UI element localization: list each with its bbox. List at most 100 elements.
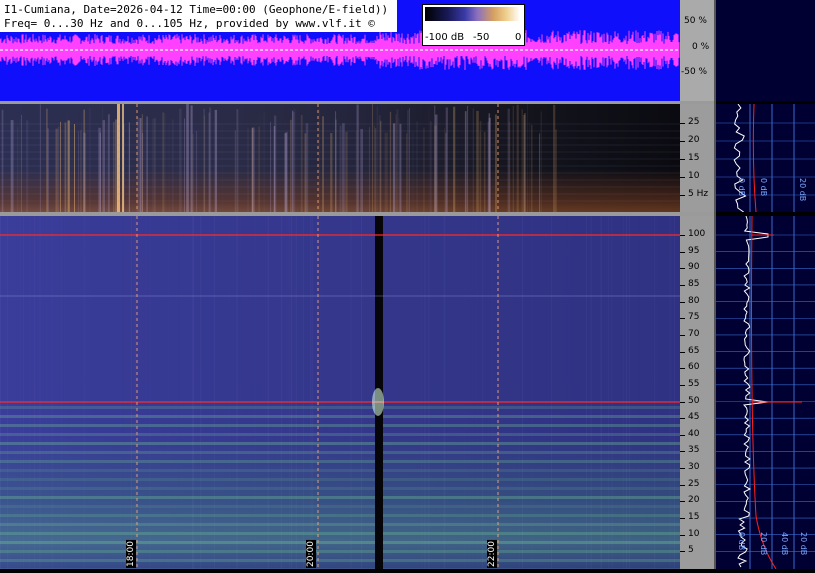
spectrogram-streak — [464, 216, 465, 569]
efield-scale-label: 25 — [688, 478, 700, 489]
spectrogram-stripe — [80, 123, 82, 212]
scale-tick — [680, 334, 685, 336]
geophone-scale-label: 5 Hz — [688, 189, 709, 199]
spectrogram-band — [0, 478, 680, 481]
spectrogram-stripe — [102, 107, 104, 212]
efield-frequency-scale: 100 95 90 85 80 75 70 65 60 55 50 45 40 35 30 25 20 15 10 5 — [680, 216, 714, 569]
spectrogram-streak — [532, 216, 533, 569]
spectrogram-streak — [295, 216, 297, 569]
spectrogram-stripe — [39, 104, 41, 212]
spectrogram-stripe — [98, 127, 101, 212]
spectrogram-streak — [428, 216, 430, 569]
spectrogram-streak — [424, 216, 426, 569]
spectrogram-streak — [46, 216, 47, 569]
scale-tick — [680, 518, 685, 520]
spectrogram-stripe — [555, 129, 557, 212]
spectrogram-stripe — [194, 126, 197, 212]
efield-scale-label: 55 — [688, 378, 700, 389]
scale-tick — [680, 484, 685, 486]
spectrogram-streak — [192, 216, 193, 569]
spectrogram-streak — [311, 216, 313, 569]
geophone-scale-label: 20 — [688, 135, 700, 145]
spectrogram-stripe — [58, 126, 60, 212]
spectrogram-stripe — [236, 109, 239, 212]
geophone-spectrogram-stripes — [0, 104, 680, 212]
scale-tick — [680, 195, 685, 196]
spectrogram-streak — [521, 216, 523, 569]
scale-tick — [680, 123, 685, 124]
spectrogram-streak — [492, 216, 493, 569]
spectrogram-stripe — [55, 128, 58, 212]
spectrum-db-label: 0 dB — [737, 178, 746, 197]
spectrogram-streak — [237, 216, 238, 569]
spectrogram-stripe — [270, 127, 272, 212]
spectrogram-stripe — [476, 110, 479, 212]
spectrogram-streak — [168, 216, 169, 569]
spectrogram-stripe — [529, 122, 531, 212]
spectrum-db-label: 0 dB — [759, 178, 768, 197]
scale-tick — [680, 284, 685, 286]
spectrogram-stripe — [360, 128, 363, 212]
spectrogram-stripe — [372, 104, 373, 212]
spectrogram-stripe — [154, 118, 156, 212]
spectrogram-streak — [267, 216, 269, 569]
spectrogram-band — [0, 559, 680, 562]
spectrogram-stripe — [428, 107, 430, 212]
spectrogram-stripe — [263, 112, 265, 212]
spectrogram-band — [0, 487, 680, 490]
spectrogram-stripe — [141, 114, 143, 212]
efield-scale-label: 15 — [688, 512, 700, 523]
spectrogram-stripe — [292, 111, 295, 212]
spectrogram-stripe — [273, 115, 277, 212]
spectrum-average-curve — [752, 103, 757, 213]
spectrogram-streak — [65, 216, 66, 569]
spectrogram-streak — [444, 216, 445, 569]
efield-scale-label: 75 — [688, 312, 700, 323]
spectrogram-stripe — [492, 132, 494, 212]
waveform-scale: 50 % 0 % -50 % — [680, 0, 714, 101]
spectrogram-stripe — [412, 131, 415, 212]
spectrogram-band — [0, 433, 680, 436]
spectrogram-band — [0, 451, 680, 454]
spectrogram-streak — [288, 216, 290, 569]
geophone-scale-label: 10 — [688, 171, 700, 181]
efield-scale-label: 35 — [688, 445, 700, 456]
spectrogram-streak — [20, 216, 21, 569]
spectrogram-streak — [281, 216, 282, 569]
spectrogram-streak — [531, 216, 532, 569]
spectrogram-stripe — [21, 115, 22, 212]
spectrogram-band — [0, 532, 680, 535]
spectrogram-stripe — [259, 113, 261, 212]
spectrogram-streak — [200, 216, 202, 569]
spectrogram-stripe — [18, 121, 19, 212]
spectrogram-band — [0, 424, 680, 427]
spectrogram-stripe — [392, 123, 396, 212]
spectrogram-streak — [290, 216, 292, 569]
spectrum-db-label: 20 dB — [759, 532, 768, 556]
efield-scale-label: 100 — [688, 229, 706, 239]
spectrogram-stripe — [553, 104, 556, 212]
geophone-spectrum-panel: 0 dB 0 dB 20 dB — [716, 103, 815, 213]
scale-tick — [680, 141, 685, 142]
spectrogram-streak — [551, 216, 552, 569]
spectrum-db-label: 20 dB — [798, 178, 807, 202]
spectrogram-stripe — [144, 110, 146, 212]
spectrogram-streak — [302, 216, 304, 569]
header-frequency-info: Freq= 0...30 Hz and 0...105 Hz, provided… — [4, 17, 375, 30]
spectrogram-stripe — [168, 124, 170, 212]
time-label: 22:00 — [487, 540, 497, 568]
spectrogram-stripe — [129, 127, 130, 212]
efield-spectrogram-features — [0, 216, 680, 569]
spectrogram-streak — [7, 216, 9, 569]
spectrogram-streak — [586, 216, 588, 569]
spectrogram-stripe — [60, 121, 61, 212]
spectrogram-streak — [654, 216, 656, 569]
spectrogram-streak — [361, 216, 362, 569]
spectrogram-streak — [533, 216, 534, 569]
spectrogram-band — [0, 415, 680, 418]
spectrogram-stripe — [251, 127, 255, 212]
waveform-scale-label: 0 % — [692, 42, 710, 52]
spectrogram-burst — [122, 104, 124, 212]
spectrogram-stripe — [455, 123, 456, 212]
waveform-side-panel — [716, 0, 815, 101]
